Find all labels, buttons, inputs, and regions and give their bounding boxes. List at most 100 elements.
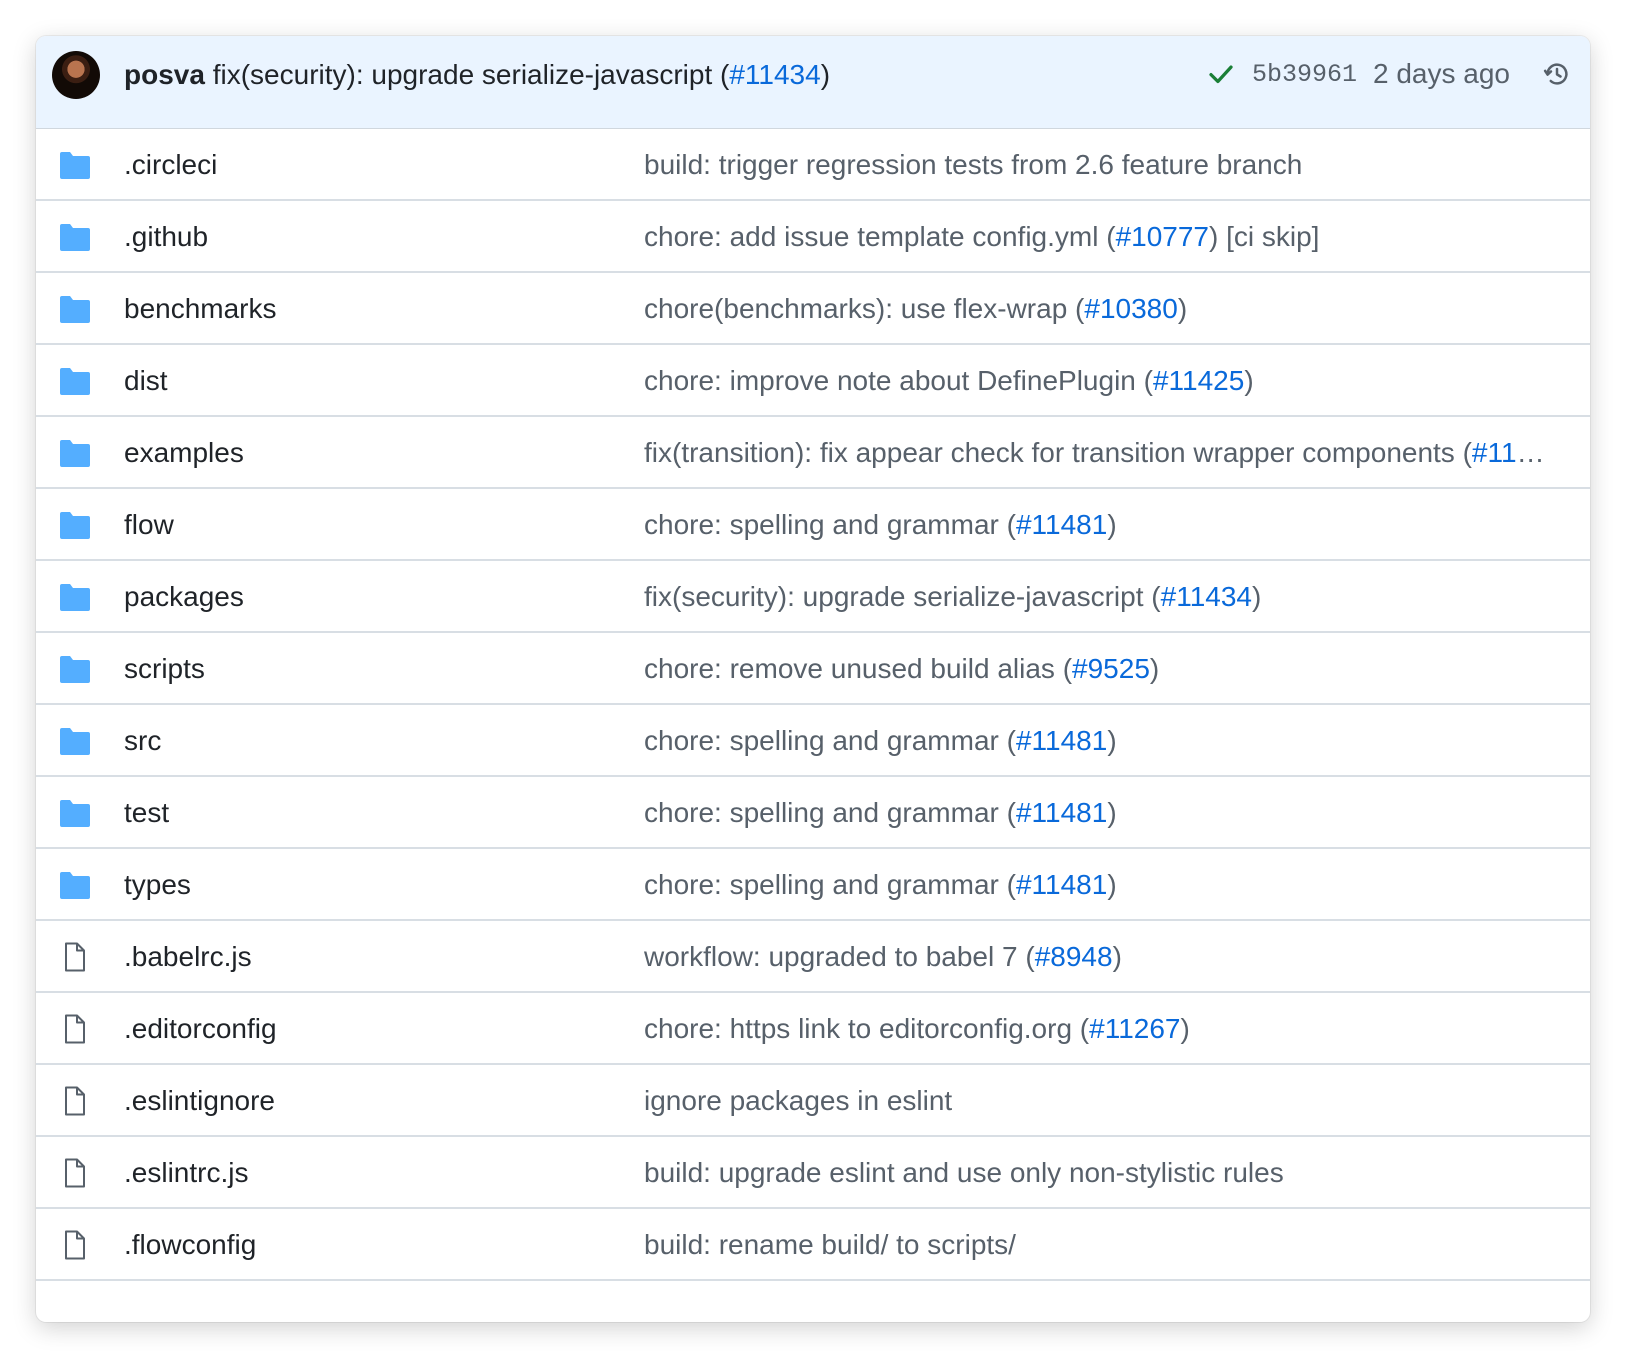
- file-commit-message: chore: spelling and grammar (#11481): [644, 725, 1117, 756]
- pr-link[interactable]: #11481: [1016, 797, 1107, 828]
- commit-message-link[interactable]: chore: spelling and grammar: [644, 797, 999, 828]
- file-commit-message: chore: spelling and grammar (#11481): [644, 509, 1117, 540]
- file-row: types chore: spelling and grammar (#11481…: [36, 849, 1590, 921]
- file-row: .circleci build: trigger regression tests…: [36, 129, 1590, 201]
- file-row: .eslintignore ignore packages in eslint: [36, 1065, 1590, 1137]
- file-row: examples fix(transition): fix appear chec…: [36, 417, 1590, 489]
- file-name-link[interactable]: test: [124, 797, 169, 829]
- file-row: .editorconfig chore: https link to editor…: [36, 993, 1590, 1065]
- commit-message-link[interactable]: chore: remove unused build alias: [644, 653, 1055, 684]
- file-commit-message: chore: add issue template config.yml (#1…: [644, 221, 1320, 252]
- commit-message-link[interactable]: chore: add issue template config.yml: [644, 221, 1098, 252]
- pr-link[interactable]: #11481: [1016, 509, 1107, 540]
- pr-link[interactable]: #11425: [1153, 365, 1244, 396]
- folder-icon: [58, 438, 92, 468]
- file-name-link[interactable]: .editorconfig: [124, 1013, 277, 1045]
- file-commit-message: ignore packages in eslint: [644, 1085, 1549, 1117]
- pr-link[interactable]: #10777: [1116, 221, 1209, 252]
- file-commit-message: chore: improve note about DefinePlugin (…: [644, 365, 1254, 396]
- pr-link[interactable]: #11481: [1016, 869, 1107, 900]
- pr-link[interactable]: #8948: [1035, 941, 1113, 972]
- folder-icon: [58, 726, 92, 756]
- commit-time[interactable]: 2 days ago: [1373, 58, 1510, 90]
- history-icon[interactable]: [1542, 59, 1572, 89]
- file-commit-message: chore: spelling and grammar (#11481): [644, 869, 1117, 900]
- file-row: flow chore: spelling and grammar (#11481): [36, 489, 1590, 561]
- file-commit-message: workflow: upgraded to babel 7 (#8948): [644, 941, 1122, 972]
- file-row: test chore: spelling and grammar (#11481): [36, 777, 1590, 849]
- file-row: packages fix(security): upgrade serialize…: [36, 561, 1590, 633]
- file-commit-message: build: trigger regression tests from 2.6…: [644, 149, 1549, 181]
- commit-message-link[interactable]: chore: improve note about DefinePlugin: [644, 365, 1136, 396]
- commit-message-link[interactable]: build: trigger regression tests from 2.6…: [644, 149, 1302, 180]
- commit-author[interactable]: posva: [124, 59, 205, 90]
- commit-message-link[interactable]: fix(security): upgrade serialize-javascr…: [644, 581, 1144, 612]
- repo-file-browser: posva fix(security): upgrade serialize-j…: [36, 36, 1590, 1322]
- folder-icon: [58, 510, 92, 540]
- pr-link[interactable]: #11481: [1016, 725, 1107, 756]
- file-row: src chore: spelling and grammar (#11481): [36, 705, 1590, 777]
- file-name-link[interactable]: src: [124, 725, 161, 757]
- file-row: .eslintrc.js build: upgrade eslint and us…: [36, 1137, 1590, 1209]
- file-name-link[interactable]: dist: [124, 365, 168, 397]
- file-row: scripts chore: remove unused build alias …: [36, 633, 1590, 705]
- pr-link[interactable]: #11267: [1089, 1013, 1180, 1044]
- file-commit-message: build: upgrade eslint and use only non-s…: [644, 1157, 1549, 1189]
- commit-message-link[interactable]: fix(transition): fix appear check for tr…: [644, 437, 1455, 468]
- file-commit-message: chore: remove unused build alias (#9525): [644, 653, 1160, 684]
- commit-message-link[interactable]: workflow: upgraded to babel 7: [644, 941, 1018, 972]
- folder-icon: [58, 222, 92, 252]
- commit-message-link[interactable]: chore: https link to editorconfig.org: [644, 1013, 1072, 1044]
- file-name-link[interactable]: .eslintrc.js: [124, 1157, 248, 1189]
- commit-message-link[interactable]: build: rename build/ to scripts/: [644, 1229, 1016, 1260]
- file-name-link[interactable]: types: [124, 869, 191, 901]
- file-name-link[interactable]: .github: [124, 221, 208, 253]
- file-icon: [58, 942, 92, 972]
- avatar[interactable]: [52, 51, 100, 99]
- commit-message-link[interactable]: chore: spelling and grammar: [644, 509, 999, 540]
- file-name-link[interactable]: .circleci: [124, 149, 217, 181]
- file-name-link[interactable]: flow: [124, 509, 174, 541]
- folder-icon: [58, 150, 92, 180]
- file-list: .circleci build: trigger regression tests…: [36, 129, 1590, 1281]
- commit-message-link[interactable]: chore(benchmarks): use flex-wrap: [644, 293, 1067, 324]
- folder-icon: [58, 798, 92, 828]
- check-icon[interactable]: [1206, 59, 1236, 89]
- file-row: dist chore: improve note about DefinePlug…: [36, 345, 1590, 417]
- commit-message-text[interactable]: fix(security): upgrade serialize-javascr…: [213, 59, 713, 90]
- file-commit-message: build: rename build/ to scripts/: [644, 1229, 1549, 1261]
- file-icon: [58, 1086, 92, 1116]
- file-commit-message: fix(security): upgrade serialize-javascr…: [644, 581, 1262, 612]
- file-icon: [58, 1230, 92, 1260]
- commit-sha[interactable]: 5b39961: [1252, 60, 1357, 89]
- latest-commit-bar: posva fix(security): upgrade serialize-j…: [36, 36, 1590, 129]
- commit-message-link[interactable]: chore: spelling and grammar: [644, 869, 999, 900]
- file-icon: [58, 1158, 92, 1188]
- pr-link[interactable]: #9525: [1072, 653, 1150, 684]
- pr-link[interactable]: #11440: [1472, 437, 1549, 468]
- folder-icon: [58, 654, 92, 684]
- file-commit-message: chore(benchmarks): use flex-wrap (#10380…: [644, 293, 1188, 324]
- file-row: .flowconfig build: rename build/ to scrip…: [36, 1209, 1590, 1281]
- file-row: benchmarks chore(benchmarks): use flex-wr…: [36, 273, 1590, 345]
- commit-message-link[interactable]: ignore packages in eslint: [644, 1085, 952, 1116]
- folder-icon: [58, 870, 92, 900]
- folder-icon: [58, 582, 92, 612]
- file-row: .babelrc.js workflow: upgraded to babel 7…: [36, 921, 1590, 993]
- file-name-link[interactable]: benchmarks: [124, 293, 277, 325]
- file-icon: [58, 1014, 92, 1044]
- file-name-link[interactable]: packages: [124, 581, 244, 613]
- commit-message-link[interactable]: chore: spelling and grammar: [644, 725, 999, 756]
- file-name-link[interactable]: .flowconfig: [124, 1229, 256, 1261]
- pr-link[interactable]: #11434: [1161, 581, 1252, 612]
- file-name-link[interactable]: .eslintignore: [124, 1085, 275, 1117]
- commit-message-link[interactable]: build: upgrade eslint and use only non-s…: [644, 1157, 1284, 1188]
- file-commit-message: chore: https link to editorconfig.org (#…: [644, 1013, 1190, 1044]
- folder-icon: [58, 366, 92, 396]
- file-name-link[interactable]: scripts: [124, 653, 205, 685]
- commit-pr-link[interactable]: #11434: [729, 59, 820, 90]
- file-name-link[interactable]: .babelrc.js: [124, 941, 252, 973]
- pr-link[interactable]: #10380: [1084, 293, 1177, 324]
- file-name-link[interactable]: examples: [124, 437, 244, 469]
- folder-icon: [58, 294, 92, 324]
